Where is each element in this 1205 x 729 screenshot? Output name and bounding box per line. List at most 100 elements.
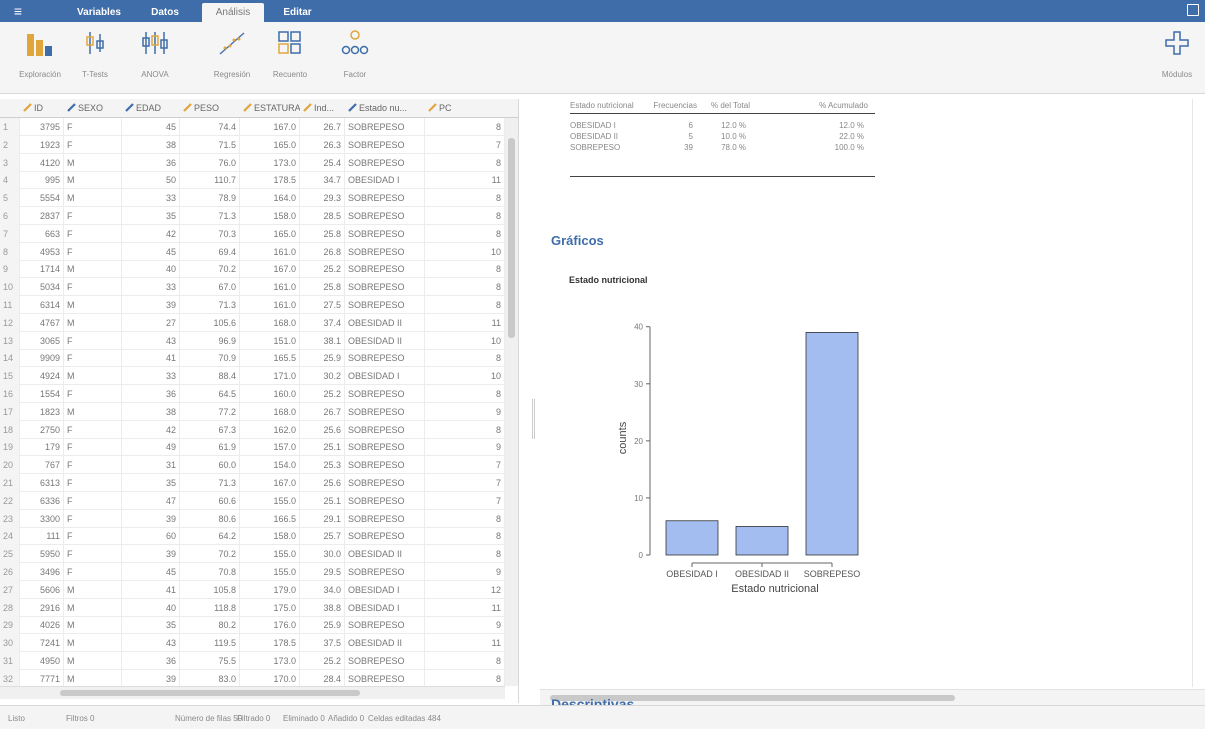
table-cell[interactable]: 45 xyxy=(122,563,180,581)
table-cell[interactable]: 165.5 xyxy=(240,349,300,368)
table-cell[interactable]: 25.1 xyxy=(300,491,345,510)
table-cell[interactable]: SOBREPESO xyxy=(345,207,425,225)
table-cell[interactable]: OBESIDAD I xyxy=(345,598,425,617)
table-cell[interactable]: M xyxy=(64,652,122,670)
table-cell[interactable]: 26.7 xyxy=(300,402,345,421)
table-cell[interactable]: 12 xyxy=(425,580,505,599)
table-cell[interactable]: F xyxy=(64,278,122,297)
table-row[interactable]: 29 4026 M 35 80.2 176.0 25.9 SOBREPESO 9 xyxy=(0,616,505,635)
table-cell[interactable]: M xyxy=(64,616,122,635)
table-cell[interactable]: 30.2 xyxy=(300,367,345,386)
table-cell[interactable]: 2837 xyxy=(20,207,64,225)
table-cell[interactable]: 26.8 xyxy=(300,242,345,261)
table-row[interactable]: 11 6314 M 39 71.3 161.0 27.5 SOBREPESO 8 xyxy=(0,296,505,314)
table-cell[interactable]: 27.5 xyxy=(300,296,345,314)
table-cell[interactable]: 161.0 xyxy=(240,242,300,261)
table-cell[interactable]: 11 xyxy=(425,313,505,332)
table-cell[interactable]: OBESIDAD I xyxy=(345,367,425,386)
table-cell[interactable]: 173.0 xyxy=(240,652,300,670)
table-cell[interactable]: 80.2 xyxy=(180,616,240,635)
table-cell[interactable]: 75.5 xyxy=(180,652,240,670)
table-cell[interactable]: SOBREPESO xyxy=(345,402,425,421)
table-row[interactable]: 27 5606 M 41 105.8 179.0 34.0 OBESIDAD I 12 xyxy=(0,580,505,599)
splitter-grip-icon[interactable] xyxy=(532,399,535,439)
table-cell[interactable]: 67.3 xyxy=(180,420,240,439)
table-cell[interactable]: 167.0 xyxy=(240,118,300,136)
table-cell[interactable]: 8 xyxy=(425,385,505,403)
table-cell[interactable]: 67.0 xyxy=(180,278,240,297)
table-cell[interactable]: M xyxy=(64,189,122,208)
table-cell[interactable]: 42 xyxy=(122,420,180,439)
table-row[interactable]: 26 3496 F 45 70.8 155.0 29.5 SOBREPESO 9 xyxy=(0,563,505,581)
table-cell[interactable]: F xyxy=(64,491,122,510)
table-cell[interactable]: SOBREPESO xyxy=(345,509,425,528)
table-cell[interactable]: 25.6 xyxy=(300,420,345,439)
table-cell[interactable]: F xyxy=(64,545,122,564)
table-cell[interactable]: 4026 xyxy=(20,616,64,635)
table-cell[interactable]: 10 xyxy=(425,242,505,261)
table-cell[interactable]: 34.0 xyxy=(300,580,345,599)
table-cell[interactable]: 1923 xyxy=(20,135,64,154)
table-cell[interactable]: OBESIDAD II xyxy=(345,331,425,350)
table-cell[interactable]: 178.5 xyxy=(240,171,300,190)
table-cell[interactable]: 36 xyxy=(122,652,180,670)
table-cell[interactable]: 5950 xyxy=(20,545,64,564)
table-cell[interactable]: M xyxy=(64,153,122,172)
table-cell[interactable]: 88.4 xyxy=(180,367,240,386)
table-cell[interactable]: 42 xyxy=(122,224,180,243)
table-cell[interactable]: 173.0 xyxy=(240,153,300,172)
table-cell[interactable]: 25.4 xyxy=(300,153,345,172)
scrollbar-thumb[interactable] xyxy=(508,138,515,338)
frequencies-button[interactable]: Recuento xyxy=(263,26,317,88)
table-cell[interactable]: M xyxy=(64,634,122,653)
table-cell[interactable]: 3300 xyxy=(20,509,64,528)
table-cell[interactable]: 10 xyxy=(425,331,505,350)
table-cell[interactable]: 179 xyxy=(20,438,64,457)
table-cell[interactable]: OBESIDAD II xyxy=(345,313,425,332)
table-cell[interactable]: 8 xyxy=(425,420,505,439)
table-cell[interactable]: 5034 xyxy=(20,278,64,297)
table-cell[interactable]: 168.0 xyxy=(240,313,300,332)
regression-button[interactable]: Regresión xyxy=(205,26,259,88)
table-row[interactable]: 20 767 F 31 60.0 154.0 25.3 SOBREPESO 7 xyxy=(0,456,505,475)
table-cell[interactable]: 35 xyxy=(122,207,180,225)
column-header[interactable]: SEXO xyxy=(64,99,122,118)
table-row[interactable]: 17 1823 M 38 77.2 168.0 26.7 SOBREPESO 9 xyxy=(0,402,505,421)
table-cell[interactable]: 38.8 xyxy=(300,598,345,617)
table-cell[interactable]: 111 xyxy=(20,527,64,546)
table-cell[interactable]: 8 xyxy=(425,207,505,225)
table-row[interactable]: 25 5950 F 39 70.2 155.0 30.0 OBESIDAD II 8 xyxy=(0,545,505,564)
table-cell[interactable]: OBESIDAD II xyxy=(345,545,425,564)
bar[interactable] xyxy=(665,520,719,556)
bar-chart[interactable]: 0 10 20 30 40 OBESIDAD I OBESIDAD II SOBREPESO E… xyxy=(600,309,900,609)
table-cell[interactable]: F xyxy=(64,438,122,457)
table-cell[interactable]: 60 xyxy=(122,527,180,546)
table-cell[interactable]: SOBREPESO xyxy=(345,527,425,546)
table-cell[interactable]: 8 xyxy=(425,349,505,368)
table-row[interactable]: 24 111 F 60 64.2 158.0 25.7 SOBREPESO 8 xyxy=(0,527,505,546)
table-cell[interactable]: 70.8 xyxy=(180,563,240,581)
anova-button[interactable]: ANOVA xyxy=(128,26,182,88)
table-cell[interactable]: 40 xyxy=(122,598,180,617)
table-row[interactable]: 5 5554 M 33 78.9 164.0 29.3 SOBREPESO 8 xyxy=(0,189,505,208)
table-cell[interactable]: 1823 xyxy=(20,402,64,421)
spreadsheet-horizontal-scrollbar[interactable] xyxy=(0,686,505,699)
table-cell[interactable]: 6336 xyxy=(20,491,64,510)
table-cell[interactable]: 9909 xyxy=(20,349,64,368)
table-cell[interactable]: 40 xyxy=(122,260,180,279)
table-cell[interactable]: 8 xyxy=(425,260,505,279)
table-cell[interactable]: M xyxy=(64,580,122,599)
exploration-button[interactable]: Exploración xyxy=(13,26,67,88)
table-cell[interactable]: 155.0 xyxy=(240,491,300,510)
table-cell[interactable]: 6313 xyxy=(20,474,64,492)
table-cell[interactable]: SOBREPESO xyxy=(345,153,425,172)
table-cell[interactable]: 158.0 xyxy=(240,527,300,546)
table-cell[interactable]: SOBREPESO xyxy=(345,260,425,279)
table-cell[interactable]: 39 xyxy=(122,545,180,564)
table-cell[interactable]: SOBREPESO xyxy=(345,296,425,314)
table-cell[interactable]: 37.4 xyxy=(300,313,345,332)
table-cell[interactable]: 178.5 xyxy=(240,634,300,653)
table-cell[interactable]: 38 xyxy=(122,135,180,154)
table-cell[interactable]: 33 xyxy=(122,367,180,386)
spreadsheet-vertical-scrollbar[interactable] xyxy=(505,118,518,686)
